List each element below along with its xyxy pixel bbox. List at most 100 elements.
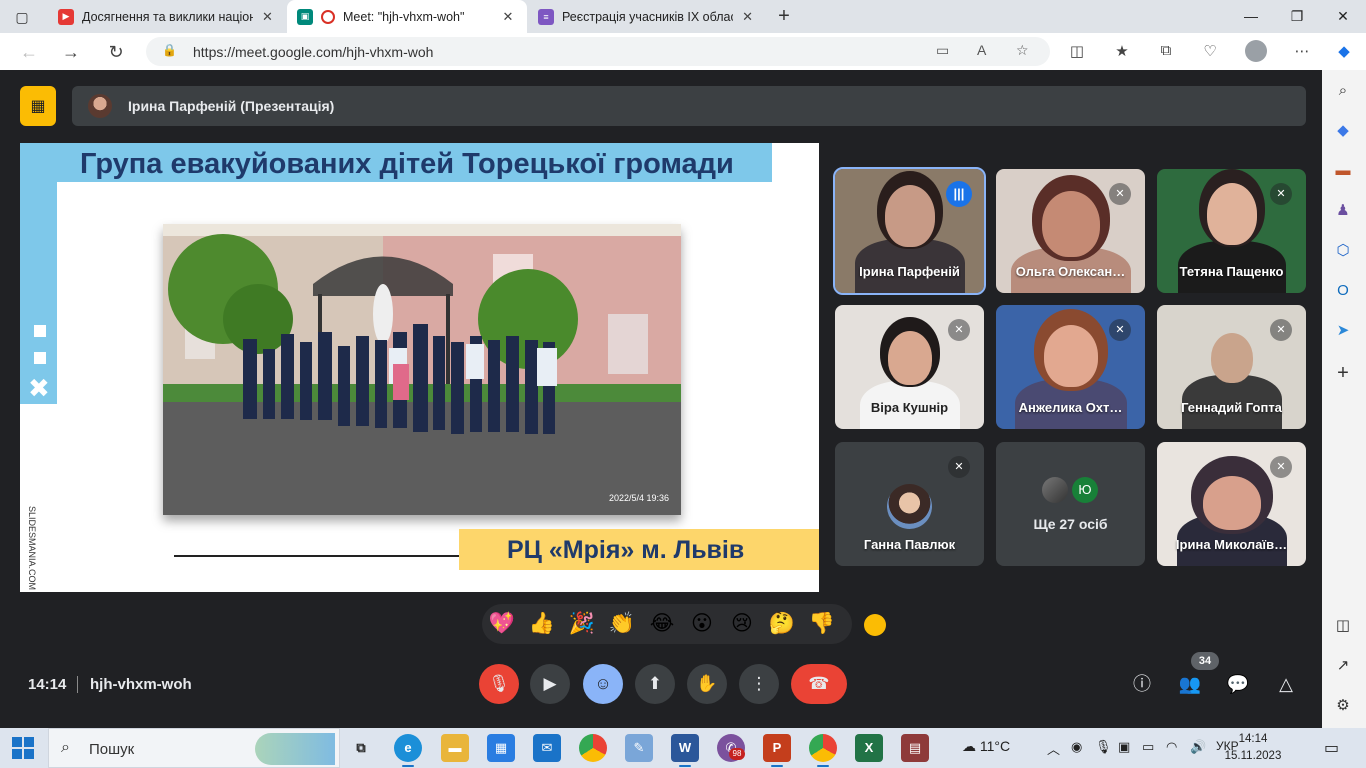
mic-muted-icon: ✕ [948,456,970,478]
tab-meet[interactable]: ▣ Meet: "hjh-vhxm-woh" ✕ [287,0,527,33]
collections-icon[interactable]: ⧉ [1155,42,1177,59]
participant-tile[interactable]: ✕ Тетяна Пащенко [1157,169,1306,293]
mail-icon[interactable]: ✉ [533,734,561,762]
presentation-off-icon[interactable]: ▦ [20,86,56,126]
reaction-clap-button[interactable]: 👏 [604,606,640,642]
external-link-icon[interactable]: ↗ [1332,655,1354,677]
powerpoint-app-icon[interactable]: P [763,734,791,767]
reaction-joy-button[interactable]: 😂 [644,606,680,642]
close-tab-icon[interactable]: ✕ [739,9,756,25]
participant-tile[interactable]: ✕ Ірина Миколаїв… [1157,442,1306,566]
more-menu-icon[interactable]: ⋯ [1291,42,1313,60]
participant-tile[interactable]: ✕ Геннадий Гопта [1157,305,1306,429]
drop-icon[interactable]: ➤ [1332,320,1354,342]
volume-icon[interactable]: 🔊 [1190,739,1206,755]
microsoft-store-icon[interactable]: ▦ [487,734,515,762]
start-button[interactable] [12,737,34,759]
address-bar[interactable]: 🔒 https://meet.google.com/hjh-vhxm-woh [146,37,1050,66]
shopping-icon[interactable]: ◆ [1332,120,1354,142]
reaction-sad-button[interactable]: 😢 [724,606,760,642]
add-sidebar-app-icon[interactable]: + [1332,362,1354,384]
reaction-sparkling-heart-button[interactable]: 💖 [484,606,520,642]
browser-toolbar: ← → ↻ 🔒 https://meet.google.com/hjh-vhxm… [0,33,1366,70]
favorite-star-icon[interactable]: ☆ [1016,42,1029,59]
more-options-button[interactable]: ⋮ [739,664,779,704]
reaction-thumbs-down-button[interactable]: 👎 [804,606,840,642]
outlook-icon[interactable]: O [1332,280,1354,302]
close-tab-icon[interactable]: ✕ [499,9,517,25]
close-tab-icon[interactable]: ✕ [259,9,276,25]
browser-essentials-icon[interactable]: ♡ [1199,42,1221,60]
tab-youtube[interactable]: ▶ Досягнення та виклики націона ✕ [48,0,286,33]
split-screen-icon[interactable]: ◫ [1066,42,1088,60]
reaction-party-button[interactable]: 🎉 [564,606,600,642]
participant-tile[interactable]: ✕ Ольга Олексан… [996,169,1145,293]
back-button[interactable]: ← [16,39,42,65]
participant-name: Ірина Миколаїв… [1175,537,1288,552]
excel-app-icon[interactable]: X [855,734,883,762]
task-view-icon[interactable]: ⧉ [347,734,375,762]
present-screen-button[interactable]: ⬆ [635,664,675,704]
settings-gear-icon[interactable]: ⚙ [1332,695,1354,717]
participant-tile[interactable]: ||| Ірина Парфеній [833,167,986,295]
paint-icon[interactable]: ✎ [625,734,653,762]
camera-button[interactable]: ▶ [530,664,570,704]
leave-call-button[interactable]: ☎ [791,664,847,704]
participant-tile[interactable]: ✕ Віра Кушнір [835,305,984,429]
taskbar-time: 14:14 [1238,733,1268,745]
youtube-icon: ▶ [58,8,74,25]
screen-share-tray-icon[interactable]: ▣ [1118,739,1130,755]
notifications-icon[interactable]: ▭ [1324,738,1339,758]
slide-watermark: SLIDESMANIA.COM [27,505,38,591]
people-icon[interactable]: 👥 [1176,670,1204,698]
more-participants-tile[interactable]: Ю Ще 27 осіб [996,442,1145,566]
cloud-icon: ☁ [962,738,980,754]
participant-tile[interactable]: ✕ Анжелика Охт… [996,305,1145,429]
edge-app-icon[interactable]: e [394,734,422,767]
activities-icon[interactable]: △ [1272,670,1300,698]
tools-icon[interactable]: ▬ [1332,160,1354,182]
show-hidden-icons[interactable]: ︿ [1047,739,1060,758]
tab-actions-icon[interactable]: ▢ [12,7,32,27]
games-icon[interactable]: ♟ [1332,200,1354,222]
chat-icon[interactable]: 💬 [1224,670,1252,698]
chrome-app-icon[interactable] [579,734,607,762]
raise-hand-button[interactable]: ✋ [687,664,727,704]
wifi-icon[interactable]: ◠ [1166,739,1177,755]
camera-tray-icon[interactable]: ◉ [1071,739,1082,755]
sidebar-toggle-icon[interactable]: ◫ [1332,615,1354,637]
participant-tile[interactable]: ✕ Ганна Павлюк [835,442,984,566]
taskbar-search-box[interactable]: ⌕ Пошук [48,728,340,768]
office-icon[interactable]: ⬡ [1332,240,1354,262]
winrar-app-icon[interactable]: ▤ [901,734,929,762]
forward-button[interactable]: → [58,39,84,65]
reaction-thumbs-up-button[interactable]: 👍 [524,606,560,642]
profile-avatar[interactable] [1245,40,1267,62]
reaction-surprised-button[interactable]: 😮 [684,606,720,642]
search-icon[interactable]: ⌕ [1332,80,1354,102]
camera-in-use-icon[interactable]: ▭ [936,42,949,59]
reactions-button[interactable]: ☺ [583,664,623,704]
skin-tone-picker[interactable] [864,614,886,636]
microphone-tray-icon[interactable]: 🎙 [1095,739,1112,755]
reaction-thinking-button[interactable]: 🤔 [764,606,800,642]
refresh-button[interactable]: ↻ [103,39,129,65]
chrome-running-icon[interactable] [809,734,837,767]
word-app-icon[interactable]: W [671,734,699,767]
minimize-button[interactable]: — [1228,0,1274,33]
read-aloud-icon[interactable]: A [977,42,986,58]
participant-count-badge: 34 [1191,652,1219,670]
presenter-avatar [88,94,112,118]
tab-registration[interactable]: ≡ Реєстрація учасників IX обласн ✕ [528,0,766,33]
file-explorer-icon[interactable]: ▬ [441,734,469,762]
taskbar-clock[interactable]: 14:14 15.11.2023 [1223,731,1283,765]
battery-icon[interactable]: ▭ [1142,739,1154,755]
mic-off-button[interactable]: 🎙 [479,664,519,704]
copilot-icon[interactable]: ◆ [1333,42,1355,60]
favorites-icon[interactable]: ★ [1111,42,1133,60]
weather-widget[interactable]: ☁ 11°C [962,738,1010,755]
meeting-details-icon[interactable]: ⓘ [1128,670,1156,698]
maximize-button[interactable]: ❐ [1274,0,1320,33]
new-tab-button[interactable]: + [772,4,796,28]
close-window-button[interactable]: ✕ [1320,0,1366,33]
